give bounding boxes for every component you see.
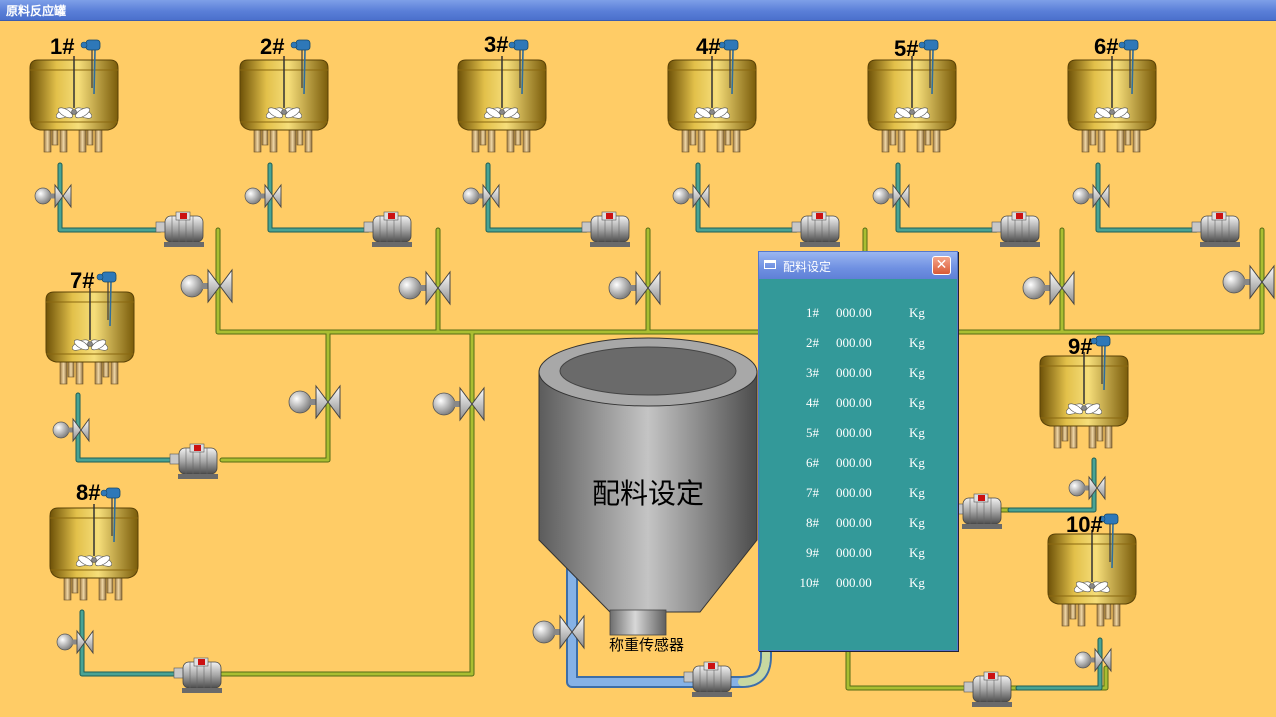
valve[interactable] [672, 184, 710, 208]
weight-value[interactable]: 000.00 [836, 545, 872, 561]
pump[interactable] [791, 211, 841, 248]
valve[interactable] [52, 418, 90, 442]
valve[interactable] [462, 184, 500, 208]
weight-value[interactable]: 000.00 [836, 455, 872, 471]
weight-unit: Kg [909, 455, 925, 470]
scada-window: 原料反应罐 1# 2# 3# 4# 5# 6# 7# 8# 9# 10# 配料设… [0, 0, 1276, 717]
tank-label: 7# [70, 268, 94, 293]
valve[interactable] [1072, 184, 1110, 208]
valve[interactable] [34, 184, 72, 208]
pump[interactable] [155, 211, 205, 248]
weight-unit: Kg [909, 395, 925, 410]
setpoint-row: 5# 000.00 Kg [759, 425, 957, 443]
weight-unit: Kg [909, 335, 925, 350]
weight-sensor-label: 称重传感器 [609, 636, 685, 654]
batch-settings-dialog: 配料设定 ✕ 1# 000.00 Kg 2# 000.00 Kg 3# 000.… [758, 251, 958, 651]
tank-number: 10# [799, 575, 820, 590]
weight-unit: Kg [909, 515, 925, 530]
pump[interactable] [363, 211, 413, 248]
weight-value[interactable]: 000.00 [836, 365, 872, 381]
setpoint-row: 10# 000.00 Kg [759, 575, 957, 593]
valve[interactable] [1068, 476, 1106, 500]
valve[interactable] [872, 184, 910, 208]
weight-value[interactable]: 000.00 [836, 425, 872, 441]
setpoint-row: 4# 000.00 Kg [759, 395, 957, 413]
weight-value[interactable]: 000.00 [836, 335, 872, 351]
dialog-title: 配料设定 [783, 260, 832, 274]
tank-number: 9# [806, 545, 819, 560]
window-icon [764, 260, 776, 269]
valve[interactable] [56, 630, 94, 654]
tank-number: 2# [806, 335, 819, 350]
tank-label: 6# [1094, 34, 1118, 59]
weight-value[interactable]: 000.00 [836, 575, 872, 591]
weight-value[interactable]: 000.00 [836, 485, 872, 501]
tank-number: 6# [806, 455, 819, 470]
tank-number: 3# [806, 365, 819, 380]
large-valve[interactable] [608, 271, 661, 305]
pump[interactable] [963, 671, 1013, 708]
weight-value[interactable]: 000.00 [836, 395, 872, 411]
pump[interactable] [581, 211, 631, 248]
pump[interactable] [991, 211, 1041, 248]
tank-number: 1# [806, 305, 819, 320]
tank-label: 10# [1066, 512, 1103, 537]
tank-number: 8# [806, 515, 819, 530]
weight-unit: Kg [909, 425, 925, 440]
setpoint-row: 3# 000.00 Kg [759, 365, 957, 383]
tank-label: 2# [260, 34, 284, 59]
setpoint-row: 9# 000.00 Kg [759, 545, 957, 563]
setpoint-row: 6# 000.00 Kg [759, 455, 957, 473]
hopper-label: 配料设定 [592, 477, 705, 510]
large-valve[interactable] [180, 269, 233, 303]
process-diagram: 1# 2# 3# 4# 5# 6# 7# 8# 9# 10# [29, 32, 1275, 708]
tank-number: 7# [806, 485, 819, 500]
weight-value[interactable]: 000.00 [836, 305, 872, 321]
weight-unit: Kg [909, 485, 925, 500]
pump[interactable] [953, 493, 1003, 530]
weight-value[interactable]: 000.00 [836, 515, 872, 531]
dialog-titlebar[interactable]: 配料设定 ✕ [759, 252, 957, 279]
large-valve[interactable] [288, 385, 341, 419]
tank-label: 1# [50, 34, 74, 59]
pump[interactable] [173, 657, 223, 694]
tank-label: 5# [894, 36, 918, 61]
large-valve[interactable] [1022, 271, 1075, 305]
large-valve[interactable] [1222, 265, 1275, 299]
tank-label: 8# [76, 480, 100, 505]
setpoint-row: 1# 000.00 Kg [759, 305, 957, 323]
weight-unit: Kg [909, 545, 925, 560]
weight-unit: Kg [909, 305, 925, 320]
setpoint-row: 2# 000.00 Kg [759, 335, 957, 353]
tank-label: 4# [696, 34, 720, 59]
tank-number: 4# [806, 395, 819, 410]
weight-unit: Kg [909, 575, 925, 590]
large-valve[interactable] [398, 271, 451, 305]
large-valve[interactable] [432, 387, 485, 421]
setpoint-row: 7# 000.00 Kg [759, 485, 957, 503]
pump[interactable] [169, 443, 219, 480]
pump[interactable] [683, 661, 733, 698]
valve[interactable] [244, 184, 282, 208]
weight-unit: Kg [909, 365, 925, 380]
tank-number: 5# [806, 425, 819, 440]
tank-label: 3# [484, 32, 508, 57]
setpoint-row: 8# 000.00 Kg [759, 515, 957, 533]
close-button[interactable]: ✕ [932, 256, 951, 275]
tank-label: 9# [1068, 334, 1092, 359]
pump[interactable] [1191, 211, 1241, 248]
